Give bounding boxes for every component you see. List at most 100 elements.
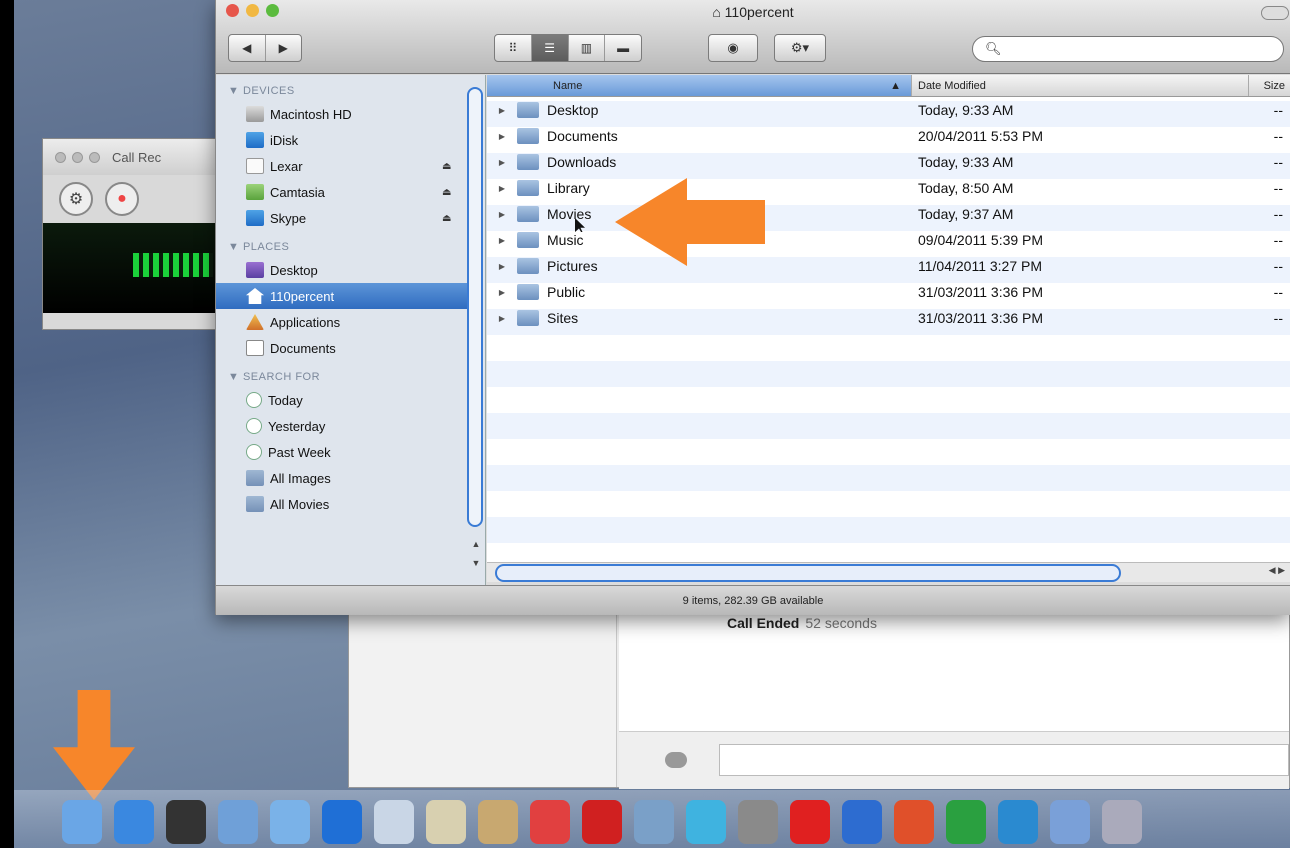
photobooth-icon[interactable] — [582, 800, 622, 844]
mail-icon[interactable] — [270, 800, 310, 844]
column-name[interactable]: Name ▲ — [487, 75, 912, 96]
itunes-icon[interactable] — [322, 800, 362, 844]
disclosure-triangle-icon[interactable]: ▶ — [487, 262, 517, 271]
zoom-dot[interactable] — [89, 151, 100, 163]
iphoto-icon[interactable] — [634, 800, 674, 844]
sidebar-item-macintosh-hd[interactable]: Macintosh HD — [216, 101, 485, 127]
file-date: Today, 9:37 AM — [918, 206, 1014, 222]
sidebar-item-applications[interactable]: Applications — [216, 309, 485, 335]
messenger-icon[interactable] — [998, 800, 1038, 844]
quick-look-button[interactable]: ◉ — [708, 34, 758, 62]
file-row[interactable]: ▶ Desktop Today, 9:33 AM -- — [487, 97, 1290, 123]
time-machine-icon[interactable] — [686, 800, 726, 844]
search-field[interactable]: 🔍︎ — [972, 36, 1284, 62]
network-icon[interactable] — [1050, 800, 1090, 844]
system-preferences-icon[interactable] — [738, 800, 778, 844]
gear-icon: ⚙▾ — [790, 40, 810, 55]
disclosure-triangle-icon[interactable]: ▶ — [487, 106, 517, 115]
sidebar-item-past-week[interactable]: Past Week — [216, 439, 485, 465]
forward-button[interactable]: ▶ — [266, 35, 302, 61]
file-row[interactable]: ▶ Library Today, 8:50 AM -- — [487, 175, 1290, 201]
icon-view-button[interactable]: ⠿ — [495, 35, 532, 61]
sidebar-header-devices: ▼ DEVICES — [228, 85, 295, 97]
finder-sidebar: ▼ DEVICES Macintosh HD iDisk Lexar ⏏ Camt… — [216, 75, 486, 585]
sidebar-item-label: Today — [268, 392, 303, 408]
toolbar-toggle-button[interactable] — [1261, 6, 1289, 20]
sidebar-item-documents[interactable]: Documents — [216, 335, 485, 361]
horizontal-scrollbar[interactable]: ◀ ▶ — [487, 562, 1290, 582]
back-button[interactable]: ◀ — [229, 35, 266, 61]
preview-icon[interactable] — [218, 800, 258, 844]
eject-icon[interactable]: ⏏ — [442, 161, 451, 172]
file-row[interactable]: ▶ Sites 31/03/2011 3:36 PM -- — [487, 305, 1290, 331]
disclosure-triangle-icon[interactable]: ▶ — [487, 184, 517, 193]
file-name: Pictures — [547, 258, 598, 274]
action-menu-button[interactable]: ⚙▾ — [774, 34, 826, 62]
misc-icon[interactable] — [1102, 800, 1142, 844]
scroll-arrows[interactable]: ◀ ▶ — [1269, 565, 1285, 576]
sidebar-item-yesterday[interactable]: Yesterday — [216, 413, 485, 439]
file-row[interactable]: ▶ Movies Today, 9:37 AM -- — [487, 201, 1290, 227]
sidebar-item-idisk[interactable]: iDisk — [216, 127, 485, 153]
disclosure-triangle-icon[interactable]: ▶ — [487, 210, 517, 219]
back-forward-buttons: ◀ ▶ — [228, 34, 302, 62]
sidebar-item-all-movies[interactable]: All Movies — [216, 491, 485, 517]
file-row[interactable]: ▶ Public 31/03/2011 3:36 PM -- — [487, 279, 1290, 305]
coverflow-view-button[interactable]: ▬ — [605, 35, 641, 61]
word-icon[interactable] — [842, 800, 882, 844]
finder-icon[interactable] — [62, 800, 102, 844]
excel-icon[interactable] — [946, 800, 986, 844]
column-date-modified[interactable]: Date Modified — [912, 75, 1249, 96]
file-row[interactable]: ▶ Documents 20/04/2011 5:53 PM -- — [487, 123, 1290, 149]
file-row[interactable]: ▶ Pictures 11/04/2011 3:27 PM -- — [487, 253, 1290, 279]
disclosure-triangle-icon[interactable]: ▶ — [487, 288, 517, 297]
file-date: 20/04/2011 5:53 PM — [918, 128, 1044, 144]
contacts-pane — [349, 601, 617, 787]
file-date: Today, 9:33 AM — [918, 154, 1014, 170]
disclosure-triangle-icon[interactable]: ▶ — [487, 132, 517, 141]
list-view-button[interactable]: ☰ — [531, 35, 569, 61]
sidebar-item-desktop[interactable]: Desktop — [216, 257, 485, 283]
disclosure-triangle-icon[interactable]: ▶ — [487, 314, 517, 323]
column-size[interactable]: Size — [1249, 75, 1290, 96]
facetime-icon[interactable] — [374, 800, 414, 844]
eject-icon[interactable]: ⏏ — [442, 213, 451, 224]
search-input[interactable] — [1007, 41, 1278, 57]
file-size: -- — [1273, 206, 1283, 222]
calendar-icon[interactable] — [530, 800, 570, 844]
sidebar-scrollbar[interactable] — [467, 87, 483, 527]
sidebar-item-skype[interactable]: Skype ⏏ — [216, 205, 485, 231]
contacts-icon[interactable] — [478, 800, 518, 844]
sidebar-item-lexar[interactable]: Lexar ⏏ — [216, 153, 485, 179]
app-store-icon[interactable] — [114, 800, 154, 844]
column-size-label: Size — [1263, 79, 1285, 92]
dashboard-icon[interactable] — [166, 800, 206, 844]
eject-icon[interactable]: ⏏ — [442, 187, 451, 198]
scroll-thumb[interactable] — [495, 564, 1121, 582]
eye-icon: ◉ — [727, 40, 739, 55]
sidebar-item-all-images[interactable]: All Images — [216, 465, 485, 491]
file-row[interactable]: ▶ Downloads Today, 9:33 AM -- — [487, 149, 1290, 175]
record-button[interactable]: ● — [105, 182, 139, 216]
finder-window: ⌂ 110percent ◀ ▶ ⠿ ☰ ▥ ▬ ◉ ⚙▾ 🔍︎ ▼ DEVICE… — [215, 0, 1290, 615]
disclosure-triangle-icon[interactable]: ▶ — [487, 158, 517, 167]
vodafone-icon[interactable] — [790, 800, 830, 844]
column-view-button[interactable]: ▥ — [569, 35, 606, 61]
close-dot[interactable] — [55, 151, 66, 163]
sidebar-item-label: Lexar — [270, 158, 303, 174]
sidebar-item-camtasia[interactable]: Camtasia ⏏ — [216, 179, 485, 205]
sidebar-item-label: 110percent — [270, 288, 335, 304]
photo-icon[interactable] — [426, 800, 466, 844]
sidebar-scroll-arrows[interactable]: ▲ ▼ — [469, 535, 483, 573]
column-name-label: Name — [553, 79, 583, 92]
sidebar-item-today[interactable]: Today — [216, 387, 485, 413]
file-row[interactable]: ▶ Music 09/04/2011 5:39 PM -- — [487, 227, 1290, 253]
emoticon-icon[interactable] — [665, 752, 687, 768]
sidebar-item-110percent[interactable]: 110percent — [216, 283, 469, 309]
file-name: Downloads — [547, 154, 617, 170]
powerpoint-icon[interactable] — [894, 800, 934, 844]
message-input[interactable] — [719, 744, 1289, 776]
settings-button[interactable]: ⚙ — [59, 182, 93, 216]
disclosure-triangle-icon[interactable]: ▶ — [487, 236, 517, 245]
minimize-dot[interactable] — [72, 151, 83, 163]
